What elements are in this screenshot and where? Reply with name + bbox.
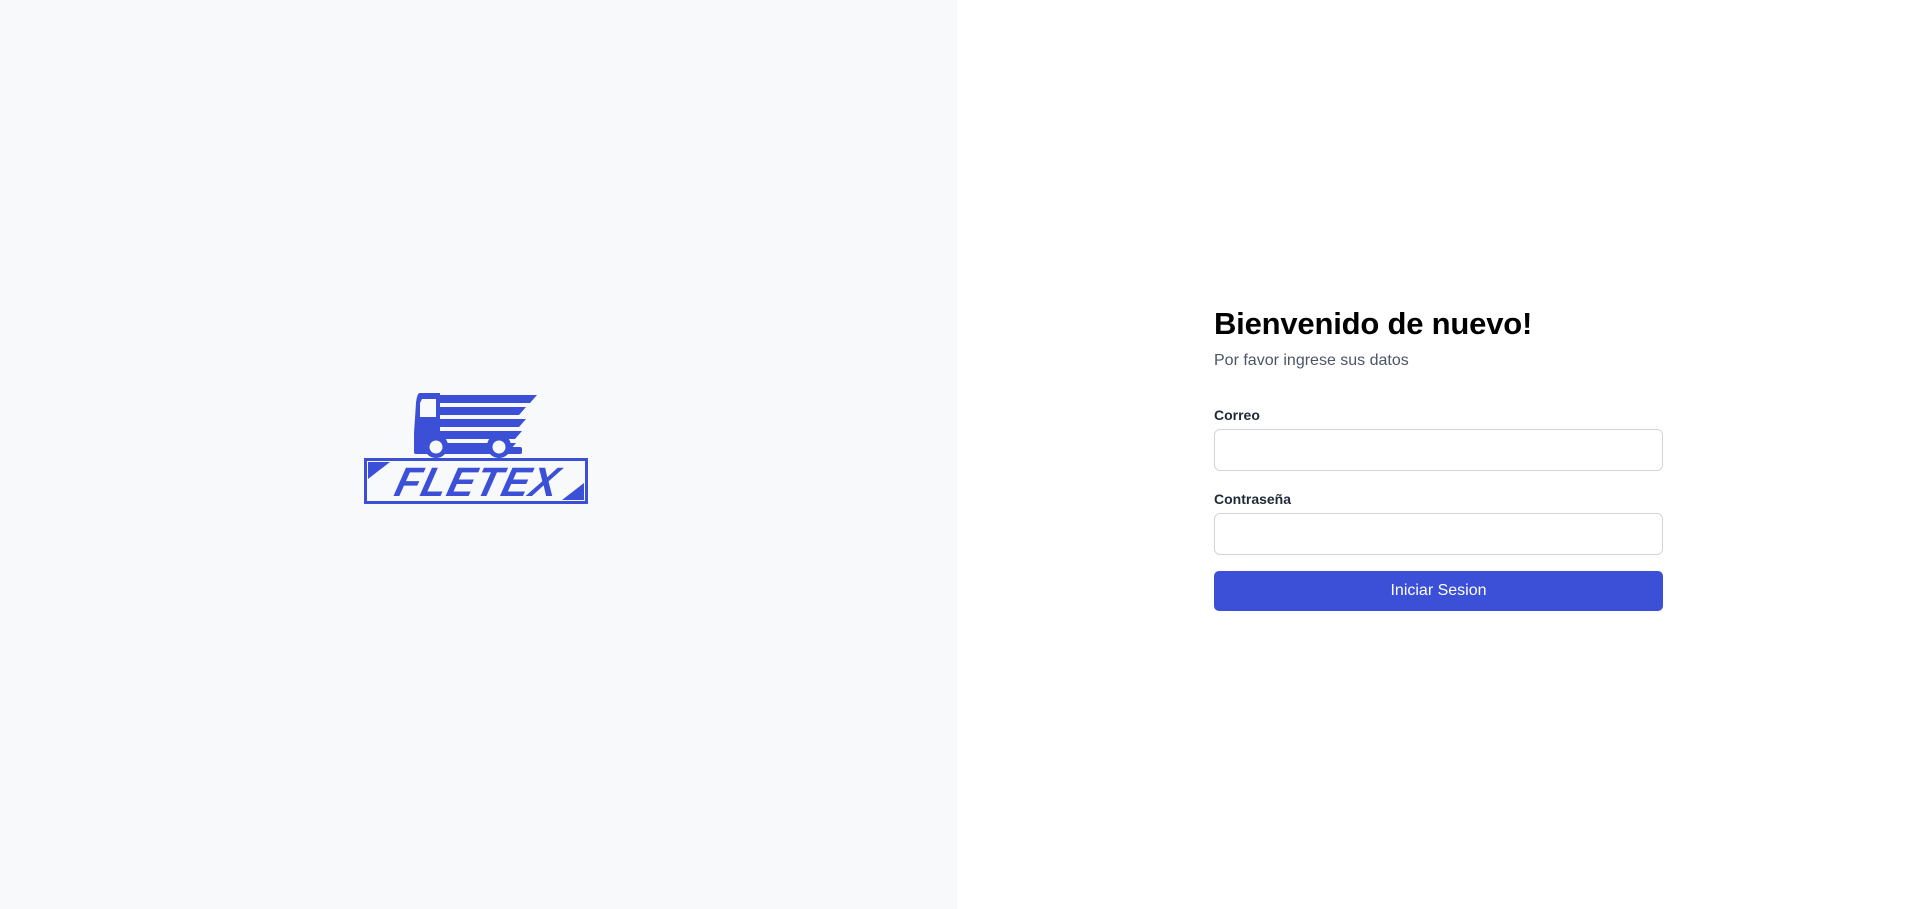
login-form: Bienvenido de nuevo! Por favor ingrese s… bbox=[1214, 300, 1663, 611]
login-button[interactable]: Iniciar Sesion bbox=[1214, 571, 1663, 611]
email-field[interactable] bbox=[1214, 429, 1663, 471]
password-field[interactable] bbox=[1214, 513, 1663, 555]
email-label: Correo bbox=[1214, 407, 1260, 423]
password-label: Contraseña bbox=[1214, 491, 1292, 507]
logo-wordmark: FLETEX bbox=[391, 459, 567, 505]
brand-panel: FLETEX bbox=[0, 0, 957, 909]
login-panel: Bienvenido de nuevo! Por favor ingrese s… bbox=[957, 0, 1914, 909]
page-subtitle: Por favor ingrese sus datos bbox=[1214, 352, 1409, 369]
fletex-logo: FLETEX bbox=[364, 393, 588, 505]
page-title: Bienvenido de nuevo! bbox=[1214, 306, 1533, 341]
login-page: FLETEX Bienvenido de nuevo! Por favor in… bbox=[0, 0, 1914, 909]
